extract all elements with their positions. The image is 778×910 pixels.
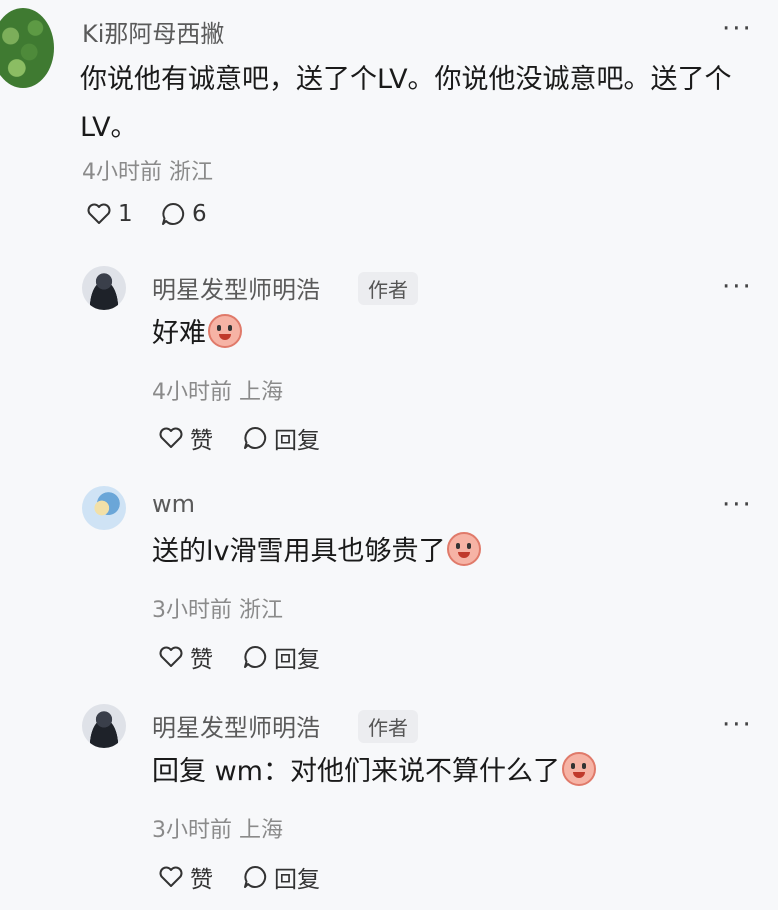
comment-text-line-1: 你说他有诚意吧，送了个LV。你说他没诚意吧。送了个 <box>80 64 732 95</box>
more-options-icon[interactable]: ··· <box>722 490 753 520</box>
more-options-icon[interactable]: ··· <box>722 710 753 740</box>
comment-bubble-icon <box>244 426 267 449</box>
reply-author[interactable]: 明星发型师明浩 <box>152 708 320 743</box>
crying-face-icon <box>447 532 482 566</box>
comment-author[interactable]: Ki那阿母西撇 <box>82 14 224 49</box>
like-label: 赞 <box>190 867 213 893</box>
reply-text-body: 送的lv滑雪用具也够贵了 <box>152 536 446 567</box>
reply-meta: 3小时前 上海 <box>152 818 283 843</box>
reply-text: 回复 wm：对他们来说不算什么了 <box>152 748 596 796</box>
comment-count: 6 <box>192 201 207 227</box>
reply-author[interactable]: 明星发型师明浩 <box>152 270 320 305</box>
avatar[interactable] <box>82 266 126 310</box>
reply-button[interactable]: 回复 <box>242 640 320 674</box>
comment-bubble-icon <box>244 865 267 888</box>
author-badge: 作者 <box>358 710 418 743</box>
reply-meta: 3小时前 浙江 <box>152 598 283 623</box>
avatar[interactable] <box>82 486 126 530</box>
comment-bubble-icon <box>162 202 185 225</box>
reply-button[interactable]: 回复 <box>242 860 320 894</box>
avatar[interactable] <box>0 8 54 88</box>
reply-author[interactable]: wm <box>152 490 195 518</box>
heart-icon <box>159 427 183 448</box>
reply-label: 回复 <box>274 428 320 454</box>
more-options-icon[interactable]: ··· <box>722 14 753 44</box>
reply-label: 回复 <box>274 867 320 893</box>
comment-text-line-2: LV。 <box>80 112 138 143</box>
avatar[interactable] <box>82 704 126 748</box>
heart-icon <box>159 646 183 667</box>
reply-button[interactable]: 回复 <box>242 421 320 455</box>
like-label: 赞 <box>190 647 213 673</box>
comment-bubble-icon <box>244 645 267 668</box>
like-label: 赞 <box>190 428 213 454</box>
crying-face-icon <box>208 314 242 348</box>
like-button[interactable]: 赞 <box>158 860 213 894</box>
reply-text-body: 回复 wm：对他们来说不算什么了 <box>152 756 560 787</box>
more-options-icon[interactable]: ··· <box>722 272 753 302</box>
reply-meta: 4小时前 上海 <box>152 380 283 405</box>
author-badge: 作者 <box>358 272 418 305</box>
like-button[interactable]: 赞 <box>158 640 213 674</box>
heart-icon <box>87 203 111 224</box>
like-button[interactable]: 赞 <box>158 421 213 455</box>
like-count: 1 <box>118 201 133 227</box>
crying-face-icon <box>561 752 596 786</box>
comment-meta: 4小时前 浙江 <box>82 160 213 185</box>
like-button[interactable]: 1 <box>86 201 133 227</box>
reply-text-body: 好难 <box>152 318 206 349</box>
comment-text: 你说他有诚意吧，送了个LV。你说他没诚意吧。送了个 LV。 <box>80 56 732 152</box>
reply-text: 好难 <box>152 310 242 358</box>
heart-icon <box>159 866 183 887</box>
reply-text: 送的lv滑雪用具也够贵了 <box>152 528 482 576</box>
comment-button[interactable]: 6 <box>160 201 207 227</box>
reply-label: 回复 <box>274 647 320 673</box>
